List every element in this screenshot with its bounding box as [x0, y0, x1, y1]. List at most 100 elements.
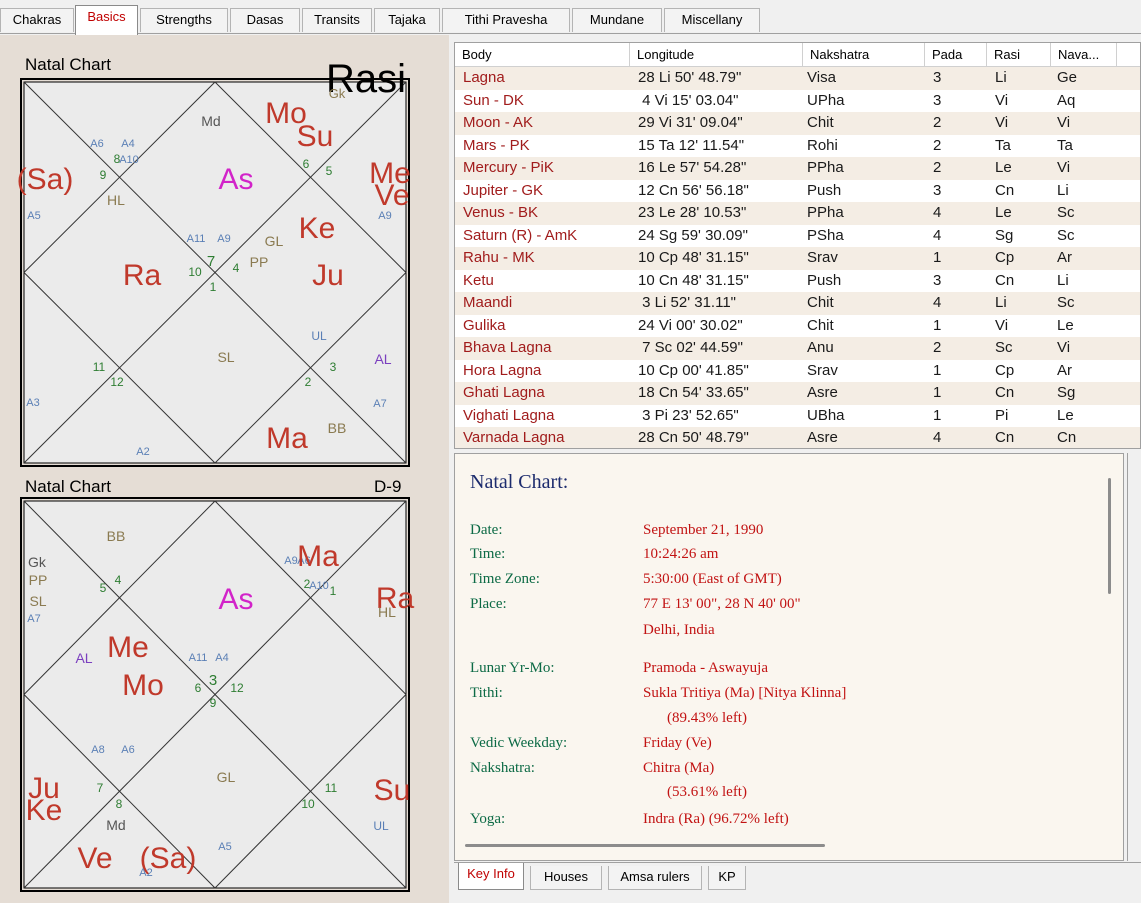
tab-tajaka[interactable]: Tajaka [374, 8, 440, 32]
tab-amsa-rulers[interactable]: Amsa rulers [608, 866, 702, 890]
table-cell: Sc [1057, 294, 1075, 311]
tab-basics[interactable]: Basics [75, 5, 138, 35]
table-row[interactable]: Mars - PK 15 Ta 12' 11.54" Rohi 2 Ta Ta [455, 134, 1140, 157]
chart-label: A9 [217, 233, 230, 245]
chart-label: A6 [90, 138, 103, 150]
table-cell: 4 [933, 226, 942, 244]
table-cell: 3 [933, 91, 942, 109]
info-label: Nakshatra: [470, 760, 535, 776]
vertical-scrollbar[interactable] [1108, 478, 1111, 594]
column-header-0[interactable]: Body [455, 43, 630, 67]
table-row[interactable]: Maandi 3 Li 52' 31.11" Chit 4 Li Sc [455, 292, 1140, 315]
chart-label: A2 [136, 446, 149, 458]
horizontal-scrollbar[interactable] [465, 844, 825, 847]
info-label: Yoga: [470, 811, 506, 827]
tab-tithi-pravesha[interactable]: Tithi Pravesha [442, 8, 570, 32]
table-row[interactable]: Gulika 24 Vi 00' 30.02" Chit 1 Vi Le [455, 314, 1140, 337]
info-value: Indra (Ra) (96.72% left) [643, 811, 789, 827]
chart-label: A9 [284, 555, 297, 567]
chart-label: Mo [122, 669, 164, 702]
table-cell: Cn [995, 384, 1015, 401]
info-label: Date: [470, 522, 503, 538]
table-row[interactable]: Venus - BK 23 Le 28' 10.53" PPha 4 Le Sc [455, 202, 1140, 225]
column-header-4[interactable]: Rasi [987, 43, 1051, 67]
table-row[interactable]: Mercury - PiK 16 Le 57' 54.28" PPha 2 Le Vi [455, 157, 1140, 180]
info-label: Lunar Yr-Mo: [470, 660, 555, 676]
column-header-5[interactable]: Nava... [1051, 43, 1117, 67]
table-cell: Le [1057, 316, 1074, 334]
chart-label: 3 [209, 672, 217, 689]
table-cell: 3 [933, 181, 942, 199]
info-value: 10:24:26 am [643, 546, 719, 562]
table-row[interactable]: Moon - AK 29 Vi 31' 09.04" Chit 2 Vi Vi [455, 112, 1140, 135]
table-cell: Ta [995, 136, 1011, 154]
table-cell: Li [995, 69, 1007, 86]
rasi-chart[interactable]: RasiMoSuGkMdA6 A48A109(Sa) As 6 5 MeVeA5HLKe A… [0, 35, 449, 475]
table-cell: Le [995, 204, 1012, 221]
table-row[interactable]: Vighati Lagna 3 Pi 23' 52.65" UBha 1 Pi Le [455, 404, 1140, 427]
table-row[interactable]: Lagna 28 Li 50' 48.79" Visa 3 Li Ge [455, 67, 1140, 90]
chart-label: A10 [309, 580, 329, 592]
table-row[interactable]: Hora Lagna 10 Cp 00' 41.85" Srav 1 Cp Ar [455, 359, 1140, 382]
table-cell: Vi [995, 114, 1009, 131]
chart-label: 9 [100, 168, 107, 182]
table-row[interactable]: Rahu - MK 10 Cp 48' 31.15" Srav 1 Cp Ar [455, 247, 1140, 270]
table-cell: Pi [995, 406, 1009, 424]
chart-label: 1 [210, 280, 217, 294]
table-cell: Aq [1057, 91, 1076, 109]
table-cell: 3 [933, 271, 942, 289]
chart-label: A7 [373, 398, 386, 410]
chart-label: 5 [326, 164, 333, 178]
tab-chakras[interactable]: Chakras [0, 8, 74, 32]
tab-strengths[interactable]: Strengths [140, 8, 228, 32]
key-info-panel[interactable]: Natal Chart: Date: September 21, 1990 Time… [454, 453, 1124, 861]
chart-label: Me [107, 631, 149, 664]
tab-mundane[interactable]: Mundane [572, 8, 662, 32]
table-cell: 4 Vi 15' 03.04" [638, 91, 739, 109]
column-header-2[interactable]: Nakshatra [803, 43, 925, 67]
tab-kp[interactable]: KP [708, 866, 746, 890]
table-cell: Asre [807, 429, 838, 446]
info-label: Place: [470, 596, 507, 612]
chart-label: 10 [301, 797, 315, 811]
table-cell: Saturn (R) - AmK [463, 226, 578, 244]
table-cell: Li [1057, 181, 1069, 199]
table-cell: 3 [933, 69, 942, 86]
chart-label: Ma [297, 540, 339, 573]
table-row[interactable]: Jupiter - GK 12 Cn 56' 56.18" Push 3 Cn Li [455, 179, 1140, 202]
table-cell: Li [1057, 271, 1069, 289]
chart-label: Gk [329, 86, 346, 101]
chart-label: A4 [121, 138, 134, 150]
tab-houses[interactable]: Houses [530, 866, 602, 890]
table-row[interactable]: Varnada Lagna 28 Cn 50' 48.79" Asre 4 Cn Cn [455, 427, 1140, 448]
table-cell: 28 Cn 50' 48.79" [638, 429, 749, 446]
table-cell: Cp [995, 361, 1015, 379]
column-header-3[interactable]: Pada [925, 43, 987, 67]
planet-table[interactable]: Body Longitude Nakshatra Pada Rasi Nava... La… [454, 42, 1141, 449]
table-cell: Moon - AK [463, 114, 534, 131]
chart-label: A3 [26, 397, 39, 409]
table-row[interactable]: Sun - DK 4 Vi 15' 03.04" UPha 3 Vi Aq [455, 89, 1140, 112]
table-cell: 29 Vi 31' 09.04" [638, 114, 743, 131]
tab-transits[interactable]: Transits [302, 8, 372, 32]
info-label: Time: [470, 546, 506, 562]
table-cell: Cn [995, 181, 1015, 199]
table-cell: Vi [1057, 159, 1071, 176]
chart-label: AL [374, 351, 391, 367]
table-cell: Visa [807, 69, 836, 86]
chart-label: 7 [207, 253, 215, 270]
chart-label: Md [201, 113, 220, 129]
chart-label: GL [217, 769, 236, 785]
navamsa-chart[interactable]: BBA9 A6MaGkPP 54As 2A10 1 RaSLA7 HLMeAL A11 A43M… [0, 495, 449, 903]
table-row[interactable]: Ketu 10 Cn 48' 31.15" Push 3 Cn Li [455, 269, 1140, 292]
chart-label: 7 [97, 781, 104, 795]
tab-miscellany[interactable]: Miscellany [664, 8, 760, 32]
table-row[interactable]: Saturn (R) - AmK 24 Sg 59' 30.09" PSha 4 Sg S… [455, 224, 1140, 247]
table-cell: Vi [995, 316, 1009, 334]
table-row[interactable]: Ghati Lagna 18 Cn 54' 33.65" Asre 1 Cn Sg [455, 382, 1140, 405]
tab-key-info[interactable]: Key Info [458, 863, 524, 890]
table-row[interactable]: Bhava Lagna 7 Sc 02' 44.59" Anu 2 Sc Vi [455, 337, 1140, 360]
column-header-1[interactable]: Longitude [630, 43, 803, 67]
tab-dasas[interactable]: Dasas [230, 8, 300, 32]
table-cell: Vi [1057, 114, 1071, 131]
